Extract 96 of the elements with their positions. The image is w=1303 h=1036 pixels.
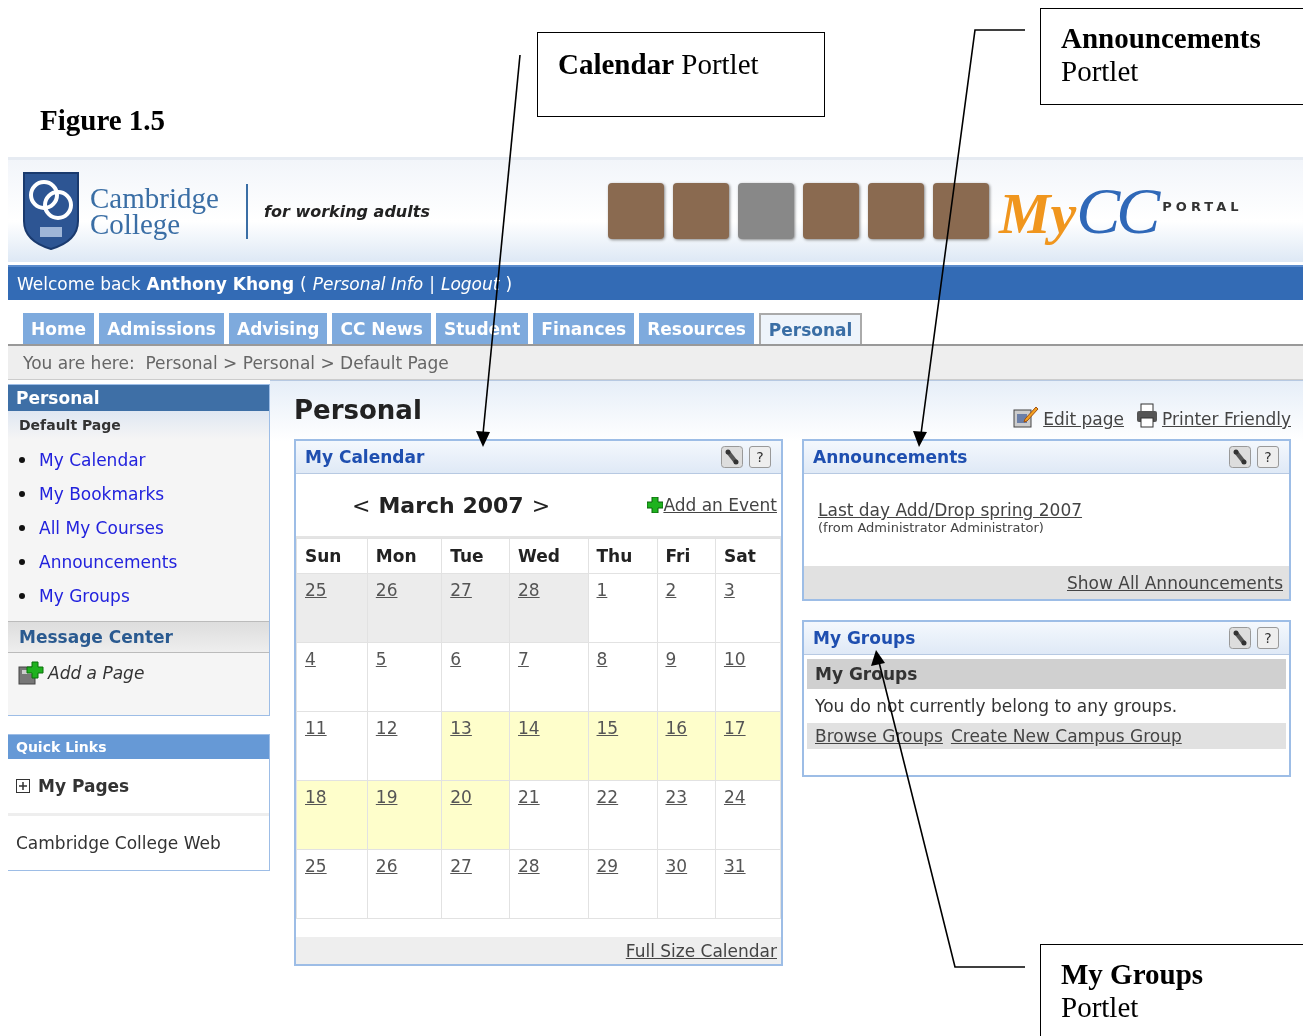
callout-box: My Groups Portlet: [1040, 944, 1303, 1036]
day-link[interactable]: 5: [375, 649, 387, 669]
bullet-icon: [19, 559, 25, 565]
next-month-link[interactable]: >: [531, 492, 551, 518]
nav-tab[interactable]: Personal: [758, 313, 863, 344]
bullet-icon: [19, 525, 25, 531]
add-icon[interactable]: [647, 497, 664, 513]
announcement-author: (from Administrator Administrator): [818, 520, 1045, 535]
day-link[interactable]: 18: [305, 787, 327, 807]
day-link[interactable]: 12: [375, 718, 398, 738]
portlet-title: My Groups: [813, 628, 916, 648]
previous-month-link[interactable]: <: [352, 492, 371, 518]
day-link[interactable]: 20: [450, 787, 472, 807]
day-link[interactable]: 23: [665, 787, 688, 807]
day-link[interactable]: 21: [518, 787, 540, 807]
day-link[interactable]: 25: [305, 580, 327, 600]
sidebar-title: Personal: [8, 385, 269, 411]
help-button[interactable]: ?: [1257, 446, 1279, 468]
day-link[interactable]: 8: [596, 649, 608, 669]
bullet-icon: [19, 457, 25, 463]
wrench-icon[interactable]: [1229, 446, 1251, 468]
day-link[interactable]: 31: [723, 856, 746, 876]
punctuation: ): [505, 273, 513, 294]
day-link[interactable]: 27: [450, 856, 472, 876]
sidebar-link[interactable]: My Calendar: [39, 450, 146, 470]
separator: |: [429, 273, 435, 294]
sidebar-link[interactable]: Announcements: [39, 552, 178, 572]
day-link[interactable]: 4: [305, 649, 316, 669]
month-title: March 2007: [378, 492, 524, 518]
day-link[interactable]: 7: [518, 649, 529, 669]
help-button[interactable]: ?: [1257, 627, 1279, 649]
day-link[interactable]: 13: [450, 718, 472, 738]
sidebar-link[interactable]: My Groups: [39, 586, 130, 606]
day-link[interactable]: 30: [665, 856, 688, 876]
sidebar-link[interactable]: All My Courses: [39, 518, 164, 538]
message-center-heading[interactable]: Message Center: [8, 621, 269, 653]
figure-caption: Figure 1.5: [40, 104, 166, 137]
day-link[interactable]: 28: [518, 580, 540, 600]
day-link[interactable]: 11: [305, 718, 327, 738]
day-link[interactable]: 2: [665, 580, 677, 600]
welcome-text: Welcome back: [17, 273, 141, 294]
day-link[interactable]: 3: [723, 580, 735, 600]
page-title: Personal: [294, 395, 422, 425]
day-link[interactable]: 27: [450, 580, 472, 600]
punctuation: (: [300, 273, 307, 294]
day-link[interactable]: 10: [723, 649, 746, 669]
printer-icon[interactable]: [1135, 403, 1158, 429]
announcement-link[interactable]: Last day Add/Drop spring 2007: [818, 500, 1083, 520]
user-name: Anthony Khong: [146, 273, 295, 294]
help-button[interactable]: ?: [749, 446, 771, 468]
portlet-title: Announcements: [813, 447, 968, 467]
wrench-icon[interactable]: [1229, 627, 1251, 649]
bullet-icon: [19, 593, 25, 599]
tagline: for working adults: [264, 201, 430, 221]
weekday-header: Mon: [367, 538, 442, 574]
bullet-icon: [19, 491, 25, 497]
sidebar-link[interactable]: My Bookmarks: [39, 484, 165, 504]
weekday-header: Sun: [296, 538, 368, 574]
weekday-header: Wed: [509, 538, 588, 574]
expand-icon[interactable]: [16, 779, 30, 793]
day-link[interactable]: 16: [665, 718, 688, 738]
day-link[interactable]: 28: [518, 856, 540, 876]
add-page-icon[interactable]: [18, 661, 44, 685]
weekday-header: Thu: [588, 538, 657, 574]
add-event-link[interactable]: Add an Event: [663, 495, 777, 515]
groups-link[interactable]: Create New Campus Group: [950, 726, 1182, 746]
quick-links-title: Quick Links: [8, 735, 269, 759]
day-link[interactable]: 26: [375, 580, 398, 600]
weekday-header: Tue: [441, 538, 510, 574]
printer-friendly-link[interactable]: Printer Friendly: [1161, 409, 1291, 429]
day-link[interactable]: 29: [596, 856, 619, 876]
shield-logo-icon: [22, 171, 80, 251]
callout-box: Announcements Portlet: [1040, 8, 1303, 105]
day-link[interactable]: 1: [596, 580, 608, 600]
day-link[interactable]: 19: [375, 787, 398, 807]
wrench-icon[interactable]: [721, 446, 743, 468]
weekday-header: Fri: [657, 538, 716, 574]
callout-box: Calendar Portlet: [537, 32, 825, 117]
day-link[interactable]: 6: [450, 649, 462, 669]
quick-link-folder[interactable]: My Pages: [38, 776, 130, 796]
day-link[interactable]: 24: [723, 787, 746, 807]
weekday-header: Sat: [715, 538, 781, 574]
day-link[interactable]: 25: [305, 856, 327, 876]
portlet-title: My Calendar: [305, 447, 425, 467]
quick-link[interactable]: Cambridge College Web: [16, 833, 221, 853]
welcome-link[interactable]: Personal Info: [312, 273, 424, 294]
day-link[interactable]: 17: [723, 718, 746, 738]
day-link[interactable]: 9: [665, 649, 677, 669]
day-link[interactable]: 26: [375, 856, 398, 876]
edit-page-icon[interactable]: [1013, 405, 1040, 429]
breadcrumb: You are here: Personal > Personal > Default Page: [8, 346, 1303, 380]
day-link[interactable]: 14: [518, 718, 540, 738]
edit-page-link[interactable]: Edit page: [1043, 409, 1124, 429]
add-page-link[interactable]: Add a Page: [48, 663, 145, 683]
day-link[interactable]: 15: [596, 718, 619, 738]
day-link[interactable]: 22: [596, 787, 619, 807]
